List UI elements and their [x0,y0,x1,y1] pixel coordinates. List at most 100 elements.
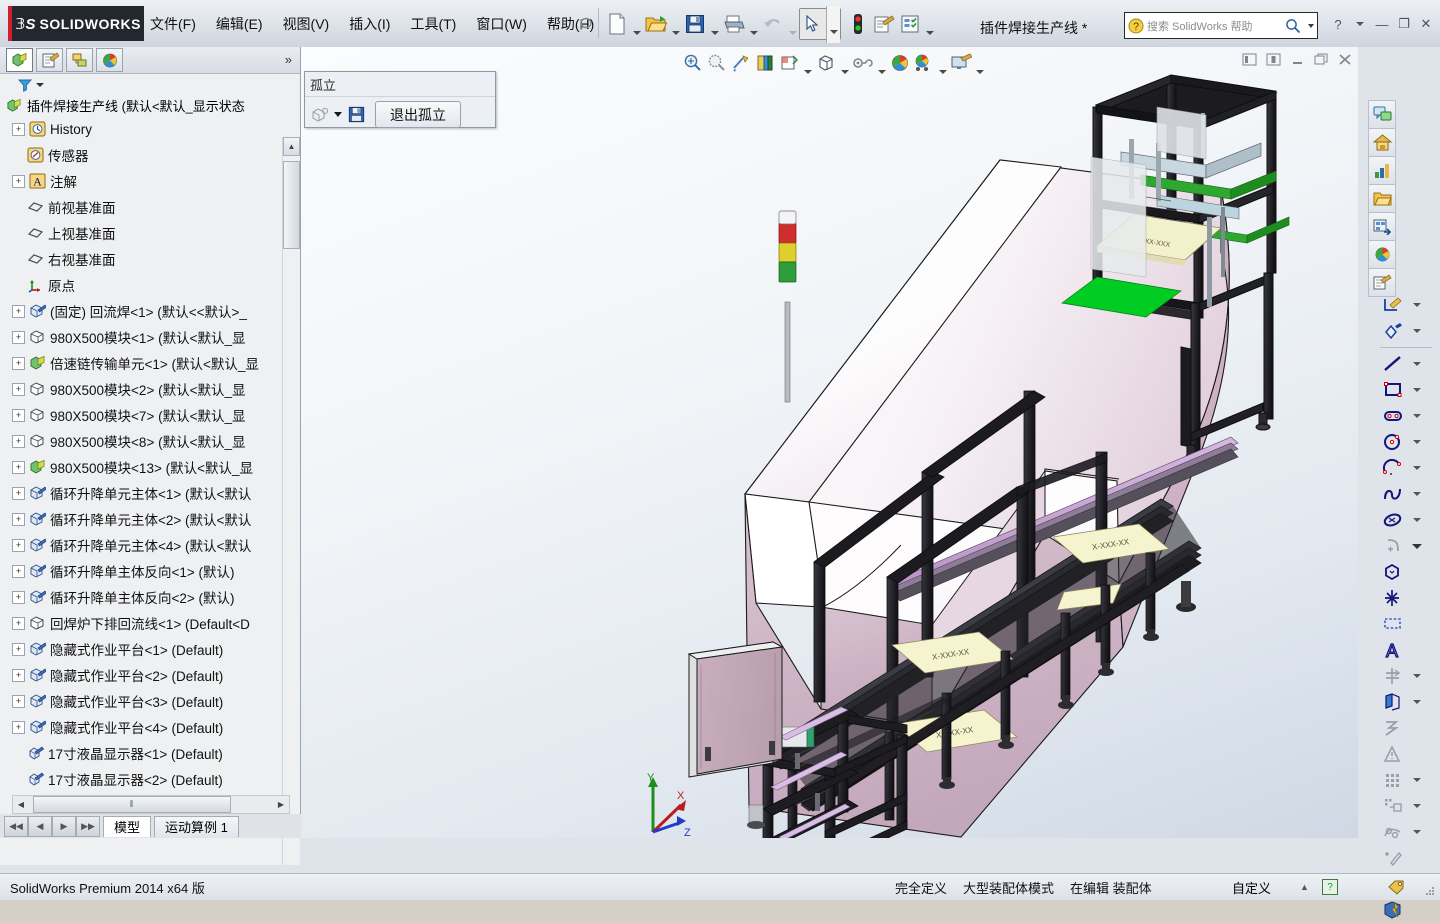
tree-item[interactable]: + 倍速链传输单元<1> (默认<默认_显 [0,350,300,376]
tree-scroll-up-icon[interactable]: ▲ [283,137,300,156]
sketch-dropdown[interactable] [1410,292,1424,318]
linear-sketch-pattern-icon[interactable] [1376,767,1410,793]
move-entities-icon[interactable] [1376,793,1410,819]
menu-file[interactable]: 文件(F) [150,14,196,34]
tree-expand-icon[interactable]: + [12,512,25,526]
save-icon[interactable] [682,9,708,39]
appearances-scenes-icon[interactable] [1368,240,1396,269]
tree-hscroll-thumb[interactable]: ⦀ [33,796,231,813]
move-entities-dropdown[interactable] [1410,793,1424,819]
trim-entities-icon[interactable] [1376,611,1410,637]
tree-item[interactable]: + A 注解 [0,168,300,194]
fillet-icon[interactable] [1376,533,1410,559]
solidworks-resources-icon[interactable] [1368,100,1396,129]
tree-root-item[interactable]: 插件焊接生产线 (默认<默认_显示状态 [0,95,300,116]
close-button[interactable]: ✕ [1416,14,1436,34]
pin-menu-icon[interactable] [578,16,594,32]
linear-sketch-pattern-dropdown[interactable] [1410,767,1424,793]
tree-expand-icon[interactable]: + [12,720,25,734]
fillet-dropdown[interactable] [1410,533,1424,559]
print-icon[interactable] [721,9,747,39]
arc-dropdown[interactable] [1410,455,1424,481]
tree-expand-icon[interactable]: + [12,122,25,136]
tree-item[interactable]: +980X500模块<8> (默认<默认_显 [0,428,300,454]
menu-tools[interactable]: 工具(T) [410,14,456,34]
options-icon[interactable] [871,9,897,39]
tree-expand-icon[interactable]: + [12,382,25,396]
tree-item[interactable]: + 循环升降单主体反向<1> (默认) [0,558,300,584]
file-explorer-icon[interactable] [1368,156,1396,185]
tree-item[interactable]: +980X500模块<2> (默认<默认_显 [0,376,300,402]
tree-item[interactable]: + History [0,116,300,142]
circle-icon[interactable] [1376,429,1410,455]
resize-grip[interactable] [1424,885,1436,897]
spline-dropdown[interactable] [1410,481,1424,507]
search-folder-icon[interactable] [1368,184,1396,213]
tree-expand-icon[interactable]: + [12,434,25,448]
tree-item[interactable]: + 隐藏式作业平台<2> (Default) [0,662,300,688]
tree-item[interactable]: + 循环升降单元主体<4> (默认<默认 [0,532,300,558]
text-icon[interactable]: A [1376,637,1410,663]
tree-item[interactable]: 17寸液晶显示器<2> (Default) [0,766,300,792]
tree-expand-icon[interactable]: + [12,486,25,500]
tree-expand-icon[interactable]: + [12,642,25,656]
graphics-viewport[interactable]: 孤立 退出孤立 XX-XXX X-XXX-XX X-XXX-XX X-XXX-X… [301,47,1358,838]
model-3d-view[interactable]: XX-XXX X-XXX-XX X-XXX-XX X-XXX-XX Y X Z [301,47,1358,838]
edit-appearance-dropdown[interactable] [923,5,936,44]
tab-property-manager[interactable] [36,48,63,72]
help-dropdown-icon[interactable] [1350,14,1370,34]
nav-next-icon[interactable]: ▶ [52,815,76,837]
rebuild-icon[interactable] [845,9,871,39]
tree-item[interactable]: + (固定) 回流焊<1> (默认<<默认>_ [0,298,300,324]
smart-dimension-dropdown[interactable] [1410,318,1424,344]
tree-expand-icon[interactable]: + [12,356,25,370]
open-document-dropdown[interactable] [669,5,682,44]
undo-icon[interactable] [760,9,786,39]
line-dropdown[interactable] [1410,351,1424,377]
select-dropdown[interactable] [826,5,840,43]
slot-icon[interactable] [1376,403,1410,429]
undo-dropdown[interactable] [786,5,799,44]
repair-sketch-icon[interactable] [1376,819,1410,845]
tree-item[interactable]: +980X500模块<1> (默认<默认_显 [0,324,300,350]
nav-last-icon[interactable]: ▶▶ [76,815,100,837]
open-document-icon[interactable] [643,9,669,39]
filter-icon[interactable] [18,78,32,92]
tree-item[interactable]: + 隐藏式作业平台<3> (Default) [0,688,300,714]
repair-sketch-dropdown[interactable] [1410,819,1424,845]
ellipse-icon[interactable] [1376,507,1410,533]
smart-dimension-icon[interactable] [1376,318,1410,344]
ellipse-dropdown[interactable] [1410,507,1424,533]
point-icon[interactable] [1376,585,1410,611]
minimize-button[interactable]: — [1372,14,1392,34]
offset-entities-icon[interactable] [1376,689,1410,715]
tree-horizontal-scrollbar[interactable]: ◀ ⦀ ▶ [12,795,290,814]
sketch-icon[interactable] [1376,292,1410,318]
tree-item[interactable]: +980X500模块<13> (默认<默认_显 [0,454,300,480]
tree-item[interactable]: +980X500模块<7> (默认<默认_显 [0,402,300,428]
tree-expand-icon[interactable]: + [12,590,25,604]
slot-dropdown[interactable] [1410,403,1424,429]
tree-item[interactable]: + 隐藏式作业平台<1> (Default) [0,636,300,662]
edit-appearance-icon[interactable] [897,9,923,39]
tree-scroll-left-icon[interactable]: ◀ [13,797,29,812]
tree-expand-icon[interactable]: + [12,330,25,344]
menu-edit[interactable]: 编辑(E) [216,14,263,34]
line-icon[interactable] [1376,351,1410,377]
help-button[interactable]: ? [1328,14,1348,34]
new-document-dropdown[interactable] [630,5,643,44]
tree-item[interactable]: 17寸液晶显示器<1> (Default) [0,740,300,766]
status-custom-dropdown[interactable]: 自定义 [1232,878,1271,897]
help-search-input[interactable]: 搜索 SolidWorks 帮助 [1147,18,1281,34]
tree-item[interactable]: + 循环升降单元主体<1> (默认<默认 [0,480,300,506]
convert-entities-icon[interactable] [1376,663,1410,689]
mirror-entities-icon[interactable] [1376,715,1410,741]
tab-display-manager[interactable] [96,48,123,72]
restore-button[interactable]: ❐ [1394,14,1414,34]
quick-snaps-icon[interactable] [1376,845,1410,871]
help-search-box[interactable]: ? 搜索 SolidWorks 帮助 [1124,12,1318,39]
tree-item[interactable]: 上视基准面 [0,220,300,246]
design-library-icon[interactable] [1368,128,1396,157]
tree-item[interactable]: 原点 [0,272,300,298]
spline-icon[interactable] [1376,481,1410,507]
